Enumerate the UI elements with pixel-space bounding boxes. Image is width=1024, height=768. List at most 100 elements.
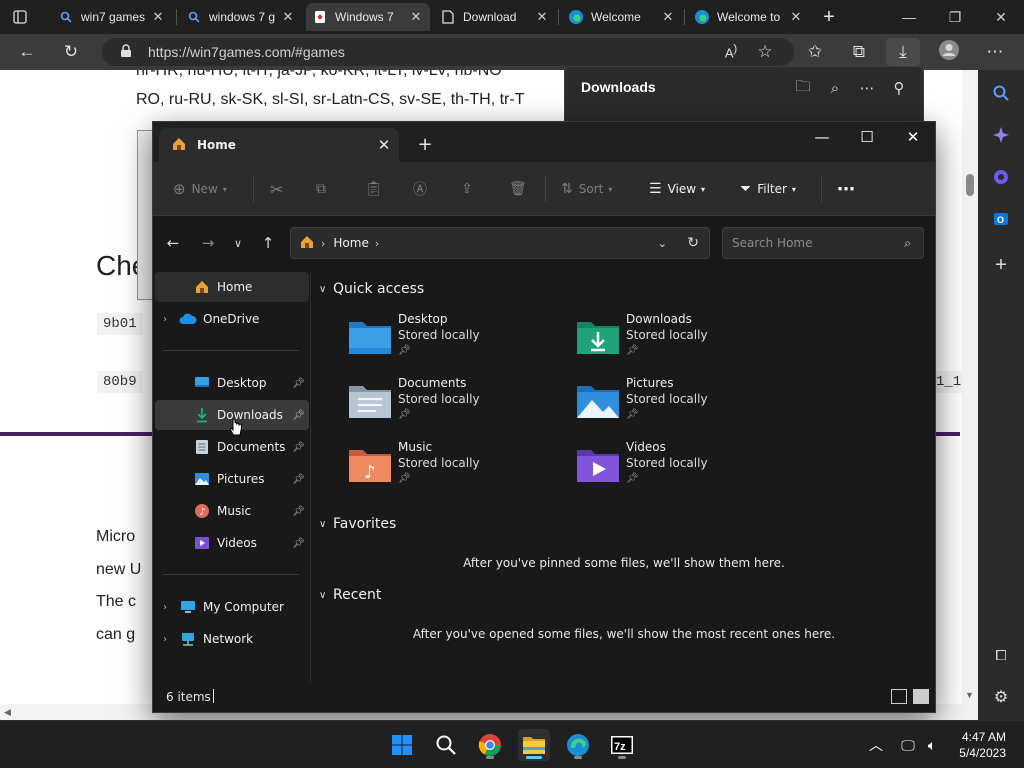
browser-tab-6[interactable]: Welcome to ✕	[688, 3, 810, 31]
quick-item-desktop[interactable]: Desktop Stored locally 📌︎	[348, 312, 568, 368]
start-button[interactable]	[386, 729, 418, 761]
back-button[interactable]: ←	[12, 38, 42, 66]
chevron-right-icon[interactable]: ›	[163, 314, 177, 325]
favorites-header[interactable]: ∨ Favorites	[319, 516, 396, 532]
details-view-button[interactable]	[891, 689, 907, 704]
volume-button[interactable]: 🔈︎	[922, 735, 942, 755]
open-folder-button[interactable]: 🗀	[791, 77, 815, 99]
search-downloads-button[interactable]: ⌕	[823, 77, 847, 99]
read-aloud-button[interactable]: A)	[716, 38, 746, 66]
explorer-maximize-button[interactable]: ☐	[844, 122, 890, 152]
large-icons-view-button[interactable]	[913, 689, 929, 704]
back-button[interactable]: ←	[159, 230, 187, 256]
nav-item-home[interactable]: Home	[155, 272, 309, 302]
close-tab-icon[interactable]: ✕	[660, 9, 676, 25]
quick-item-documents[interactable]: Documents Stored locally 📌︎	[348, 376, 568, 432]
nav-item-videos[interactable]: Videos 📌︎	[155, 528, 309, 558]
sidebar-outlook-button[interactable]: O	[988, 206, 1014, 232]
explorer-new-tab-button[interactable]: +	[411, 132, 439, 156]
view-button[interactable]: ☰ View ▾	[649, 175, 705, 203]
browser-tab-4[interactable]: Download ✕	[434, 3, 556, 31]
quick-item-music[interactable]: ♪ Music Stored locally 📌︎	[348, 440, 568, 496]
taskbar-chrome-button[interactable]	[474, 729, 506, 761]
sort-button[interactable]: ⇅ Sort ▾	[561, 175, 612, 203]
close-tab-icon[interactable]: ✕	[534, 9, 550, 25]
nav-item-my-computer[interactable]: › My Computer	[155, 592, 309, 622]
explorer-tab-home[interactable]: Home ✕	[159, 128, 399, 162]
sidebar-settings-button[interactable]: ⚙	[988, 684, 1014, 710]
filter-button[interactable]: ⏷ Filter ▾	[740, 175, 796, 203]
forward-button[interactable]: →	[194, 230, 222, 256]
quick-item-downloads[interactable]: Downloads Stored locally 📌︎	[576, 312, 796, 368]
copy-button[interactable]: ⧉	[316, 175, 326, 203]
scroll-left-arrow-icon[interactable]: ◀	[4, 707, 11, 718]
nav-item-pictures[interactable]: Pictures 📌︎	[155, 464, 309, 494]
browser-tab-1[interactable]: win7 games ✕	[52, 3, 172, 31]
nav-item-onedrive[interactable]: › OneDrive	[155, 304, 309, 334]
taskbar-explorer-button[interactable]	[518, 729, 550, 761]
sidebar-hide-button[interactable]: ⧠	[988, 642, 1014, 668]
explorer-close-button[interactable]: ✕	[890, 122, 936, 152]
sidebar-search-button[interactable]	[988, 80, 1014, 106]
settings-more-button[interactable]: ⋯	[980, 38, 1010, 66]
see-more-button[interactable]: ⋯	[837, 175, 855, 203]
chevron-down-icon[interactable]: ⌄	[658, 237, 667, 250]
breadcrumb[interactable]: › Home › ⌄ ↻	[290, 227, 710, 259]
explorer-minimize-button[interactable]: —	[799, 122, 845, 152]
refresh-button[interactable]: ↻	[56, 38, 86, 66]
close-tab-icon[interactable]: ✕	[369, 136, 399, 154]
cut-button[interactable]: ✂	[270, 175, 283, 203]
sidebar-copilot-button[interactable]	[988, 122, 1014, 148]
collections-button[interactable]: ⧉	[844, 38, 874, 66]
browser-minimize-button[interactable]: —	[886, 0, 932, 34]
recent-header[interactable]: ∨ Recent	[319, 587, 381, 603]
nav-item-music[interactable]: ♪ Music 📌︎	[155, 496, 309, 526]
close-tab-icon[interactable]: ✕	[150, 9, 166, 25]
show-hidden-icons-button[interactable]: ︿	[866, 735, 886, 755]
up-button[interactable]: ↑	[254, 230, 282, 256]
breadcrumb-home[interactable]: Home	[333, 236, 368, 250]
new-button[interactable]: ⊕ New ▾	[173, 175, 227, 203]
quick-item-pictures[interactable]: Pictures Stored locally 📌︎	[576, 376, 796, 432]
close-tab-icon[interactable]: ✕	[280, 9, 296, 25]
taskbar-edge-button[interactable]	[562, 729, 594, 761]
system-clock[interactable]: 4:47 AM 5/4/2023	[959, 729, 1006, 761]
chevron-right-icon[interactable]: ›	[163, 634, 177, 645]
paste-button[interactable]: 📋︎	[365, 175, 383, 203]
scroll-down-arrow-icon[interactable]: ▼	[965, 690, 974, 700]
browser-close-button[interactable]: ✕	[978, 0, 1024, 34]
quick-access-header[interactable]: ∨ Quick access	[319, 281, 424, 297]
pin-icon[interactable]: 📌︎	[292, 410, 305, 421]
sidebar-add-button[interactable]: +	[988, 252, 1014, 278]
pin-icon[interactable]: 📌︎	[292, 442, 305, 453]
pin-panel-button[interactable]: ⚲	[887, 77, 911, 99]
browser-restore-button[interactable]: ❐	[932, 0, 978, 34]
pin-icon[interactable]: 📌︎	[292, 538, 305, 549]
share-button[interactable]: ⇪	[461, 175, 473, 203]
delete-button[interactable]: 🗑︎	[509, 175, 527, 203]
chevron-right-icon[interactable]: ›	[163, 602, 177, 613]
new-tab-button[interactable]: +	[814, 3, 844, 31]
nav-item-network[interactable]: › Network	[155, 624, 309, 654]
taskbar-search-button[interactable]	[430, 729, 462, 761]
tab-actions-button[interactable]	[6, 3, 40, 31]
refresh-icon[interactable]: ↻	[687, 235, 699, 251]
close-tab-icon[interactable]: ✕	[408, 9, 424, 25]
pin-icon[interactable]: 📌︎	[292, 474, 305, 485]
recent-locations-button[interactable]: ∨	[224, 230, 252, 256]
browser-tab-5[interactable]: Welcome ✕	[562, 3, 682, 31]
pin-icon[interactable]: 📌︎	[292, 506, 305, 517]
browser-tab-2[interactable]: windows 7 g ✕	[180, 3, 302, 31]
browser-tab-3-active[interactable]: Windows 7 ✕	[306, 3, 430, 31]
add-favorite-button[interactable]: ☆	[750, 38, 780, 66]
address-bar[interactable]: https://win7games.com/#games	[102, 38, 794, 66]
sidebar-tools-button[interactable]	[988, 164, 1014, 190]
scrollbar-thumb[interactable]	[966, 174, 974, 196]
network-status-button[interactable]: 🖵︎	[898, 735, 918, 755]
search-input[interactable]: Search Home ⌕	[722, 227, 924, 259]
nav-item-desktop[interactable]: Desktop 📌︎	[155, 368, 309, 398]
close-tab-icon[interactable]: ✕	[788, 9, 804, 25]
page-vertical-scrollbar[interactable]: ▼	[962, 70, 978, 720]
pin-icon[interactable]: 📌︎	[292, 378, 305, 389]
favorites-button[interactable]: ✩	[800, 38, 830, 66]
